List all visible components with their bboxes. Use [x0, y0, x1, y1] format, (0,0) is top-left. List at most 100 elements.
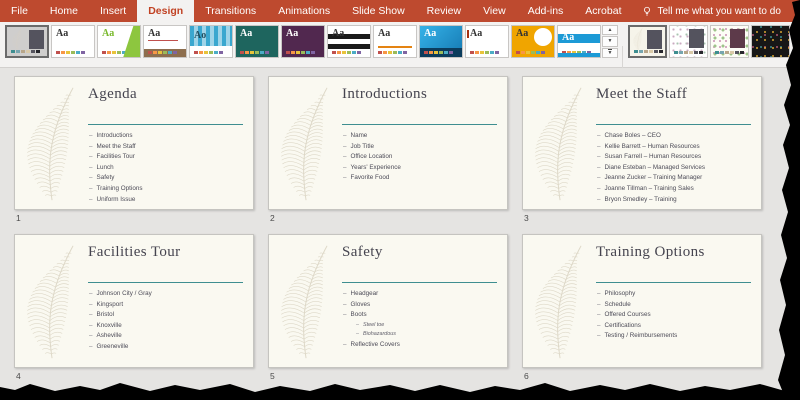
- theme-aa-label: Aa: [470, 28, 482, 39]
- theme-thumbnail-wood[interactable]: Aa: [143, 25, 187, 58]
- theme-thumbnail-facet[interactable]: Aa: [97, 25, 141, 58]
- bullet-item: –Philosophy: [597, 290, 755, 297]
- bullet-item: –Meet the Staff: [89, 143, 247, 150]
- ribbon-tab-review[interactable]: Review: [416, 0, 472, 22]
- ribbon-tab-transitions[interactable]: Transitions: [194, 0, 267, 22]
- ribbon-tab-view[interactable]: View: [472, 0, 517, 22]
- theme-aa-label: Aa: [56, 28, 68, 39]
- ribbon-tab-slide-show[interactable]: Slide Show: [341, 0, 416, 22]
- bullet-item: –Steel toe: [356, 322, 501, 328]
- theme-thumbnail-mainevent[interactable]: Aa: [327, 25, 371, 58]
- ribbon-tab-file[interactable]: File: [0, 0, 39, 22]
- theme-aa-label: Aa: [516, 28, 528, 39]
- theme-color-swatches: [674, 51, 703, 54]
- bullet-item: –Certifications: [597, 322, 755, 329]
- theme-thumbnail-feather-current[interactable]: [5, 25, 49, 58]
- tell-me-label: Tell me what you want to do: [657, 6, 780, 17]
- title-divider-line: [342, 282, 497, 283]
- bullet-item: –Years' Experience: [343, 164, 501, 171]
- ribbon-tab-acrobat[interactable]: Acrobat: [574, 0, 632, 22]
- title-divider-line: [596, 124, 751, 125]
- gallery-scroll-up-button[interactable]: ▲: [602, 25, 618, 35]
- theme-thumbnail-berlin[interactable]: Aa: [511, 25, 555, 58]
- bullet-item: –Lunch: [89, 164, 247, 171]
- slide-title: Agenda: [88, 86, 245, 103]
- feather-image: [25, 239, 97, 365]
- themes-gallery: Aa Aa Aa Ao Aa Aa Aa Aa Aa Aa Aa Aa: [5, 25, 601, 58]
- bullet-item: –Joanne Tillman – Training Sales: [597, 185, 755, 192]
- bullet-item: –Name: [343, 132, 501, 139]
- ribbon-tab-design[interactable]: Design: [137, 0, 194, 22]
- design-ribbon: AaAaAaAoAaAaAaAaAaAaAaAa ▲ ▼ ▼ Themes Va…: [0, 22, 800, 68]
- bullet-item: –Boots: [343, 311, 501, 318]
- slide-title: Meet the Staff: [596, 86, 753, 103]
- theme-aa-label: Aa: [240, 28, 252, 39]
- ribbon-tab-add-ins[interactable]: Add-ins: [517, 0, 575, 22]
- theme-color-swatches: [102, 51, 131, 54]
- theme-thumbnail-retro[interactable]: Aa: [373, 25, 417, 58]
- title-divider-line: [88, 282, 243, 283]
- bullet-item: –Asheville: [89, 332, 247, 339]
- ribbon-tab-bar: FileHomeInsertDesignTransitionsAnimation…: [0, 0, 800, 22]
- theme-thumbnail-wisp[interactable]: Aa: [465, 25, 509, 58]
- ribbon-tab-home[interactable]: Home: [39, 0, 89, 22]
- variant-thumbnail-floral[interactable]: [710, 25, 749, 58]
- bullet-item: –Facilities Tour: [89, 153, 247, 160]
- theme-aa-label: Aa: [102, 28, 114, 39]
- theme-color-swatches: [194, 51, 223, 54]
- variant-thumbnail-dots[interactable]: [669, 25, 708, 58]
- feather-image: [533, 81, 605, 207]
- slide-thumbnail-4[interactable]: Facilities Tour –Johnson City / Gray–Kin…: [14, 234, 254, 368]
- title-divider-line: [596, 282, 751, 283]
- bullet-item: –Job Title: [343, 143, 501, 150]
- slide-thumbnail-3[interactable]: Meet the Staff –Chase Boles – CEO–Kellie…: [522, 76, 762, 210]
- slide-thumbnail-5[interactable]: Safety –Headgear–Gloves–Boots–Steel toe–…: [268, 234, 508, 368]
- bullet-item: –Johnson City / Gray: [89, 290, 247, 297]
- slide-number: 5: [268, 368, 508, 390]
- ribbon-tab-animations[interactable]: Animations: [267, 0, 341, 22]
- theme-thumbnail-slice[interactable]: Aa: [419, 25, 463, 58]
- variants-gallery: [628, 25, 790, 58]
- gallery-more-button[interactable]: ▼: [602, 48, 618, 58]
- bullet-item: –Knoxville: [89, 322, 247, 329]
- bullet-item: –Headgear: [343, 290, 501, 297]
- tell-me-box[interactable]: Tell me what you want to do: [632, 0, 790, 22]
- slide-thumbnail-6[interactable]: Training Options –Philosophy–Schedule–Of…: [522, 234, 762, 368]
- feather-image: [279, 239, 351, 365]
- bullet-item: –Kingsport: [89, 301, 247, 308]
- theme-thumbnail-ion[interactable]: Aa: [235, 25, 279, 58]
- variant-thumbnail-feather[interactable]: [628, 25, 667, 58]
- theme-thumbnail-ionb[interactable]: Aa: [281, 25, 325, 58]
- bullet-item: –Bristol: [89, 311, 247, 318]
- theme-color-swatches: [424, 51, 453, 54]
- bullet-item: –Offered Courses: [597, 311, 755, 318]
- slide-sorter-workspace[interactable]: Agenda –Introductions–Meet the Staff–Fac…: [0, 68, 800, 400]
- theme-preview-block: [29, 30, 44, 49]
- bullet-item: –Office Location: [343, 153, 501, 160]
- bullet-item: –Uniform Issue: [89, 196, 247, 203]
- theme-thumbnail-office[interactable]: Aa: [51, 25, 95, 58]
- theme-color-swatches: [11, 50, 40, 53]
- slide-bullet-list: –Johnson City / Gray –Kingsport –Bristol –K…: [89, 290, 247, 354]
- slide-bullet-list: –Headgear–Gloves–Boots–Steel toe–Biohaza…: [343, 290, 501, 352]
- theme-aa-label: Aa: [286, 28, 298, 39]
- slide-thumbnail-2[interactable]: Introductions –Name–Job Title–Office Loc…: [268, 76, 508, 210]
- theme-aa-label: Aa: [332, 28, 344, 39]
- gallery-scroll-down-button[interactable]: ▼: [602, 36, 618, 46]
- slide-thumbnail-1[interactable]: Agenda –Introductions–Meet the Staff–Fac…: [14, 76, 254, 210]
- theme-color-swatches: [56, 51, 85, 54]
- theme-thumbnail-banded[interactable]: Aa: [557, 25, 601, 58]
- slide-number: 1: [14, 210, 254, 232]
- variant-thumbnail-dark[interactable]: [751, 25, 790, 58]
- theme-aa-label: Aa: [424, 28, 436, 39]
- theme-aa-label: Ao: [194, 30, 206, 41]
- slide-grid: Agenda –Introductions–Meet the Staff–Fac…: [14, 76, 762, 390]
- theme-thumbnail-integral[interactable]: Ao: [189, 25, 233, 58]
- slide-number: 3: [522, 210, 762, 232]
- theme-aa-label: Aa: [378, 28, 390, 39]
- bullet-item: –Favorite Food: [343, 174, 501, 181]
- slide-bullet-list: –Chase Boles – CEO–Kellie Barrett – Huma…: [597, 132, 755, 206]
- bullet-item: –Gloves: [343, 301, 501, 308]
- ribbon-tab-insert[interactable]: Insert: [89, 0, 137, 22]
- bullet-item: –Schedule: [597, 301, 755, 308]
